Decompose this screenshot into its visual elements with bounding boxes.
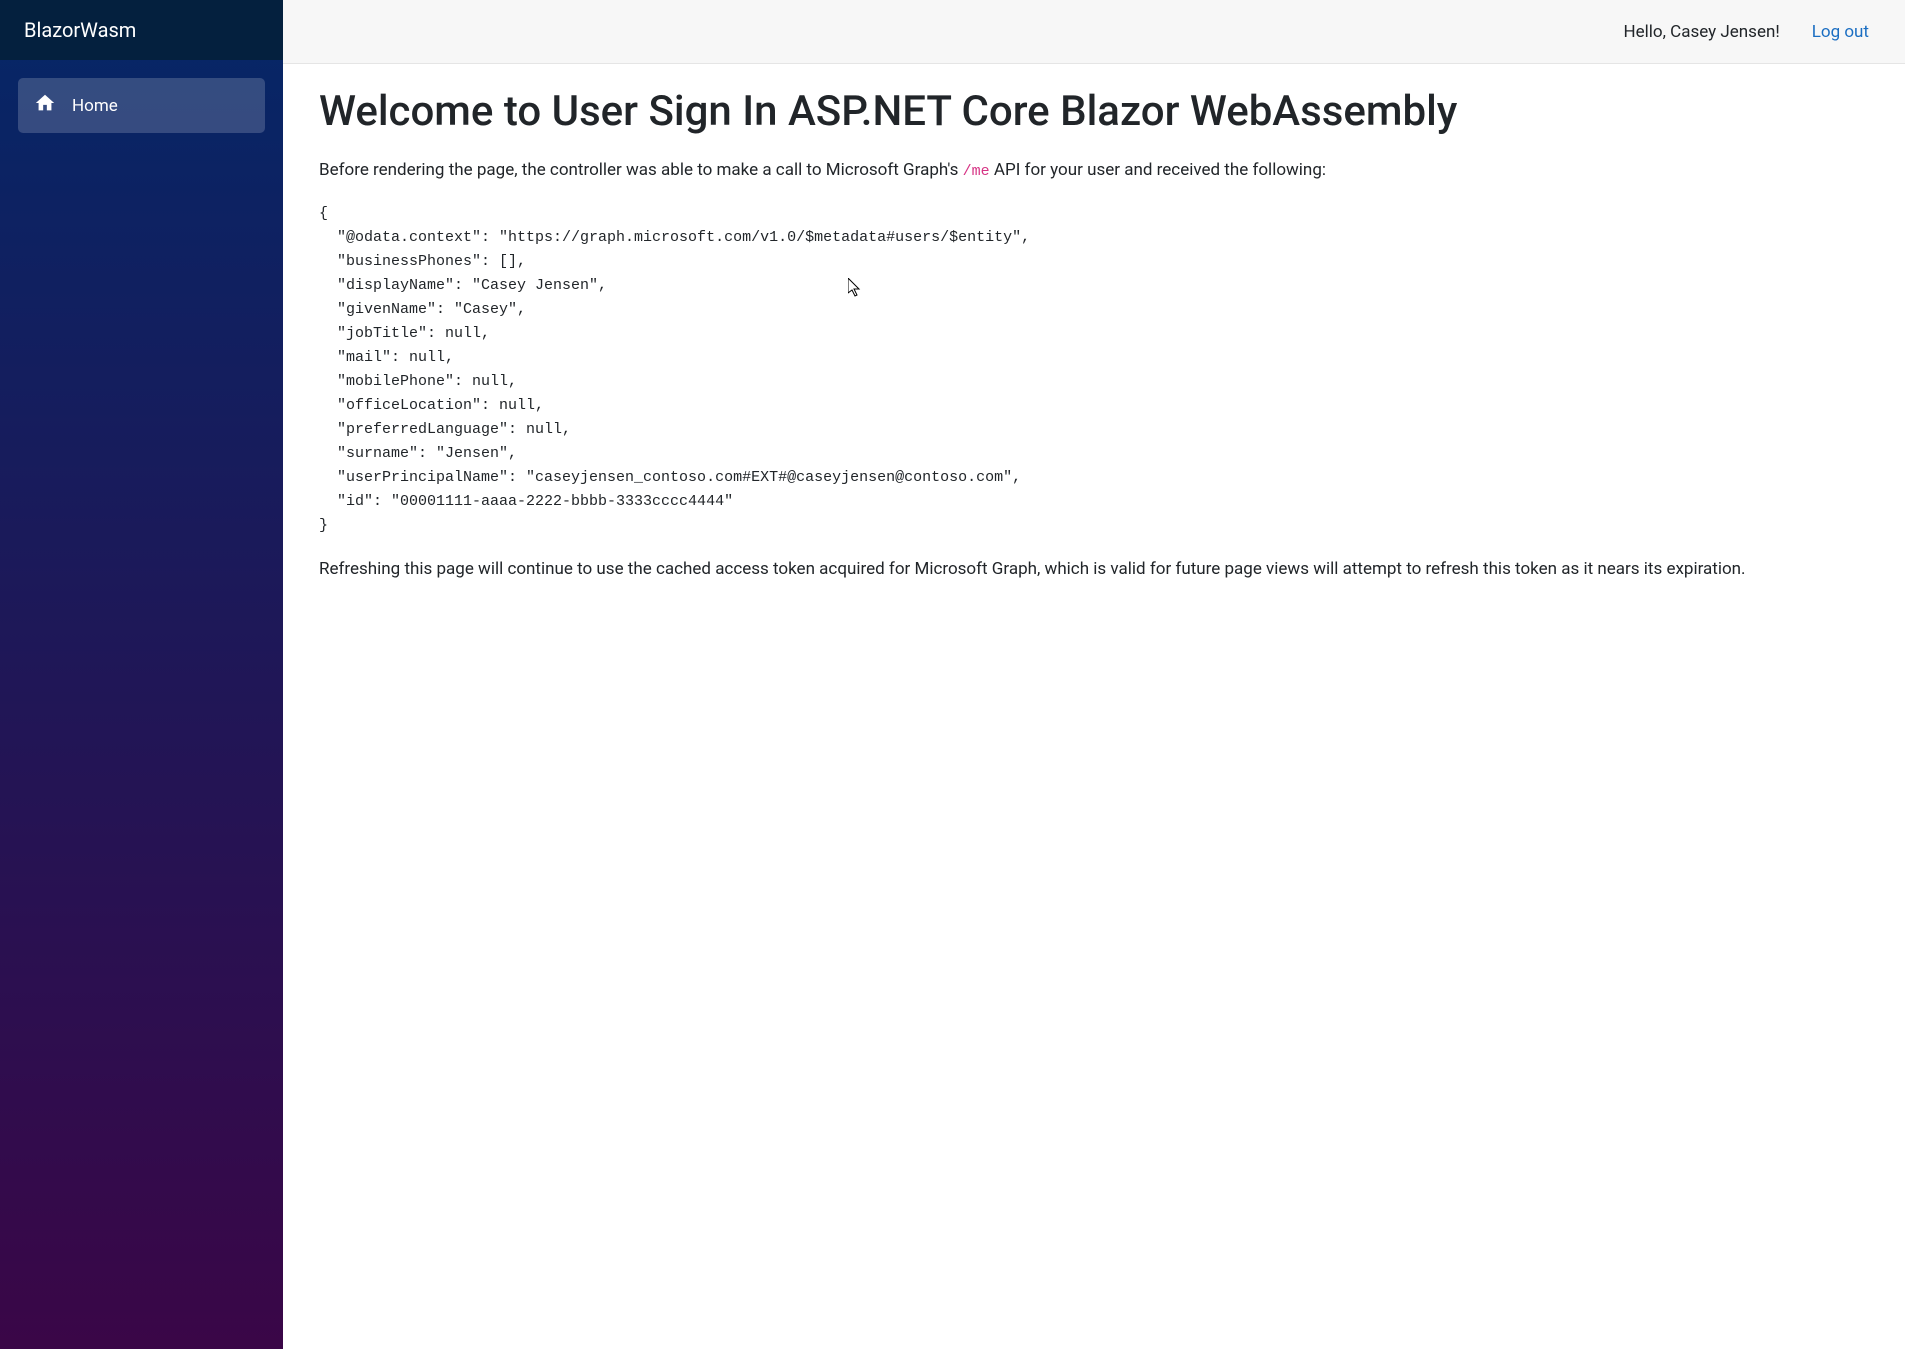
intro-paragraph: Before rendering the page, the controlle… bbox=[319, 157, 1869, 184]
top-row: Hello, Casey Jensen! Log out bbox=[283, 0, 1905, 64]
inline-code-me: /me bbox=[963, 163, 990, 180]
main-content: Welcome to User Sign In ASP.NET Core Bla… bbox=[283, 64, 1905, 621]
logout-link[interactable]: Log out bbox=[1812, 22, 1869, 42]
page-title: Welcome to User Sign In ASP.NET Core Bla… bbox=[319, 86, 1869, 139]
sidebar-item-label: Home bbox=[72, 96, 118, 116]
user-greeting: Hello, Casey Jensen! bbox=[1623, 22, 1779, 42]
nav-menu: Home bbox=[0, 60, 283, 151]
main-wrapper: Hello, Casey Jensen! Log out Welcome to … bbox=[283, 0, 1905, 1349]
home-icon bbox=[34, 92, 72, 119]
json-response-block: { "@odata.context": "https://graph.micro… bbox=[319, 202, 1869, 538]
brand-title[interactable]: BlazorWasm bbox=[0, 0, 283, 60]
sidebar: BlazorWasm Home bbox=[0, 0, 283, 1349]
footer-paragraph: Refreshing this page will continue to us… bbox=[319, 556, 1869, 583]
sidebar-item-home[interactable]: Home bbox=[18, 78, 265, 133]
